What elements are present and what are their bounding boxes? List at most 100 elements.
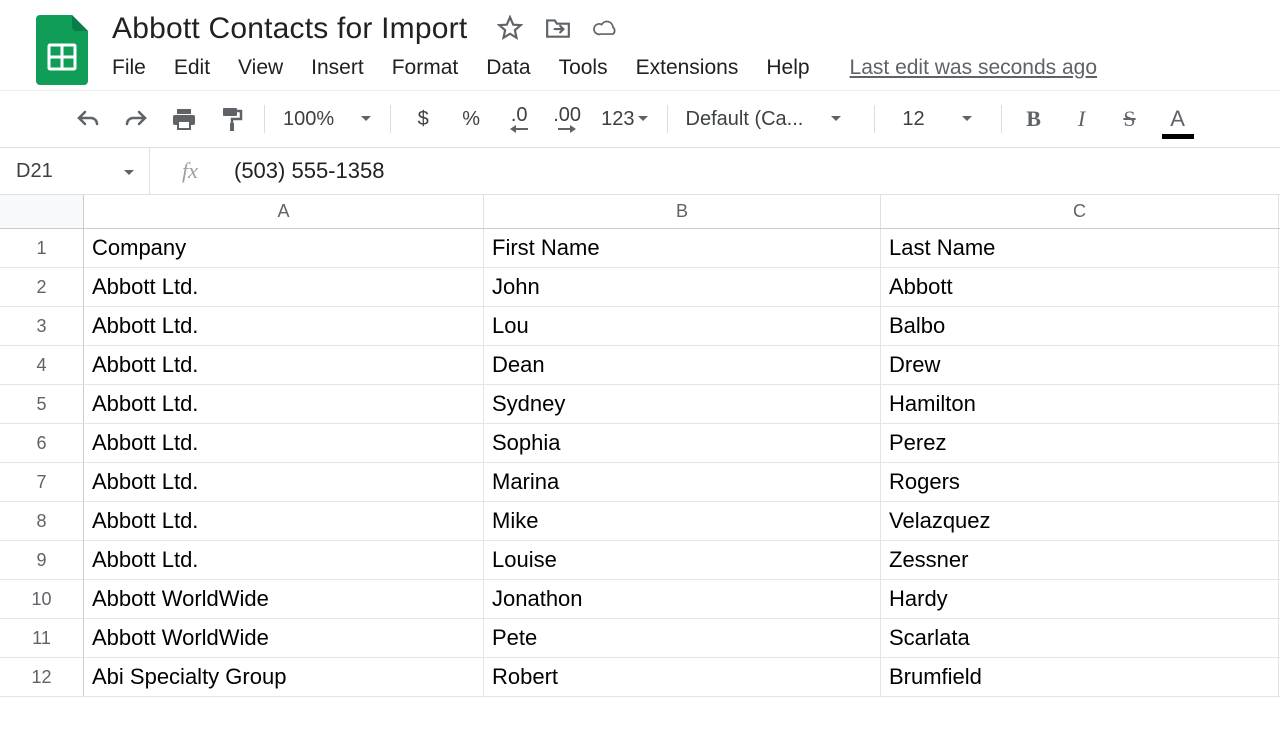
bold-button[interactable]: B [1020,105,1048,133]
menu-edit[interactable]: Edit [174,56,210,80]
print-icon[interactable] [170,105,198,133]
cell[interactable]: Last Name [881,229,1279,267]
paint-format-icon[interactable] [218,105,246,133]
caret-down-icon [830,115,842,123]
name-box-value: D21 [16,160,53,183]
menu-format[interactable]: Format [392,56,459,80]
cell[interactable]: Abbott Ltd. [84,307,484,345]
cell[interactable]: First Name [484,229,881,267]
row-header[interactable]: 9 [0,541,84,579]
decrease-decimal-label: .0 [511,105,528,125]
format-currency-button[interactable]: $ [409,105,437,133]
caret-down-icon [360,115,372,123]
sheets-logo-icon[interactable] [34,14,90,86]
font-size-select[interactable]: 12 [893,108,983,131]
column-header-a[interactable]: A [84,195,484,228]
row-header[interactable]: 3 [0,307,84,345]
row-header[interactable]: 12 [0,658,84,696]
redo-icon[interactable] [122,105,150,133]
move-to-folder-icon[interactable] [545,15,571,41]
cell[interactable]: Abbott Ltd. [84,424,484,462]
row-header[interactable]: 1 [0,229,84,267]
cell[interactable]: Abbott Ltd. [84,385,484,423]
menu-extensions[interactable]: Extensions [636,56,739,80]
cell[interactable]: Scarlata [881,619,1279,657]
fx-icon: fx [150,158,230,184]
cell[interactable]: Perez [881,424,1279,462]
menu-bar: File Edit View Insert Format Data Tools … [108,48,1270,90]
cell[interactable]: Sydney [484,385,881,423]
caret-down-icon [961,115,973,123]
row-header[interactable]: 10 [0,580,84,618]
column-header-b[interactable]: B [484,195,881,228]
cell[interactable]: Rogers [881,463,1279,501]
formula-input[interactable] [230,148,1280,194]
cell[interactable]: John [484,268,881,306]
cell[interactable]: Balbo [881,307,1279,345]
toolbar: 100% $ % .0 .00 123 Default (Ca... 12 [0,90,1280,147]
increase-decimal-button[interactable]: .00 [553,105,581,133]
cell[interactable]: Abbott [881,268,1279,306]
font-size-value: 12 [902,108,924,131]
menu-tools[interactable]: Tools [559,56,608,80]
last-edit-link[interactable]: Last edit was seconds ago [850,56,1098,80]
cell[interactable]: Sophia [484,424,881,462]
format-percent-button[interactable]: % [457,105,485,133]
cell[interactable]: Abi Specialty Group [84,658,484,696]
undo-icon[interactable] [74,105,102,133]
zoom-select[interactable]: 100% [265,108,390,131]
row-header[interactable]: 11 [0,619,84,657]
cell[interactable]: Hardy [881,580,1279,618]
menu-file[interactable]: File [112,56,146,80]
cell[interactable]: Abbott Ltd. [84,346,484,384]
cell[interactable]: Zessner [881,541,1279,579]
row-header[interactable]: 5 [0,385,84,423]
decrease-decimal-button[interactable]: .0 [505,105,533,133]
cell[interactable]: Abbott Ltd. [84,502,484,540]
cell[interactable]: Pete [484,619,881,657]
text-color-label: A [1170,106,1185,132]
font-family-value: Default (Ca... [686,108,816,131]
cloud-status-icon[interactable] [593,15,619,41]
row-header[interactable]: 7 [0,463,84,501]
more-formats-button[interactable]: 123 [601,105,648,133]
name-box[interactable]: D21 [0,148,150,194]
cell[interactable]: Velazquez [881,502,1279,540]
spreadsheet-grid: A B C 1CompanyFirst NameLast Name 2Abbot… [0,195,1280,697]
menu-insert[interactable]: Insert [311,56,364,80]
cell[interactable]: Abbott Ltd. [84,463,484,501]
app-header: Abbott Contacts for Import File Edit Vie… [0,0,1280,90]
cell[interactable]: Mike [484,502,881,540]
row-header[interactable]: 4 [0,346,84,384]
increase-decimal-label: .00 [553,105,581,125]
cell[interactable]: Louise [484,541,881,579]
menu-view[interactable]: View [238,56,283,80]
cell[interactable]: Abbott Ltd. [84,268,484,306]
cell[interactable]: Company [84,229,484,267]
menu-help[interactable]: Help [766,56,809,80]
cell[interactable]: Abbott WorldWide [84,619,484,657]
cell[interactable]: Hamilton [881,385,1279,423]
cell[interactable]: Dean [484,346,881,384]
star-icon[interactable] [497,15,523,41]
cell[interactable]: Marina [484,463,881,501]
cell[interactable]: Robert [484,658,881,696]
italic-button[interactable]: I [1068,105,1096,133]
document-title[interactable]: Abbott Contacts for Import [108,8,471,48]
menu-data[interactable]: Data [486,56,530,80]
row-header[interactable]: 2 [0,268,84,306]
font-family-select[interactable]: Default (Ca... [686,108,856,131]
row-header[interactable]: 8 [0,502,84,540]
cell[interactable]: Lou [484,307,881,345]
select-all-corner[interactable] [0,195,84,228]
text-color-button[interactable]: A [1164,105,1192,133]
formula-bar: D21 fx [0,147,1280,195]
strikethrough-button[interactable]: S [1116,105,1144,133]
cell[interactable]: Drew [881,346,1279,384]
cell[interactable]: Jonathon [484,580,881,618]
cell[interactable]: Abbott Ltd. [84,541,484,579]
cell[interactable]: Abbott WorldWide [84,580,484,618]
cell[interactable]: Brumfield [881,658,1279,696]
column-header-c[interactable]: C [881,195,1279,228]
row-header[interactable]: 6 [0,424,84,462]
